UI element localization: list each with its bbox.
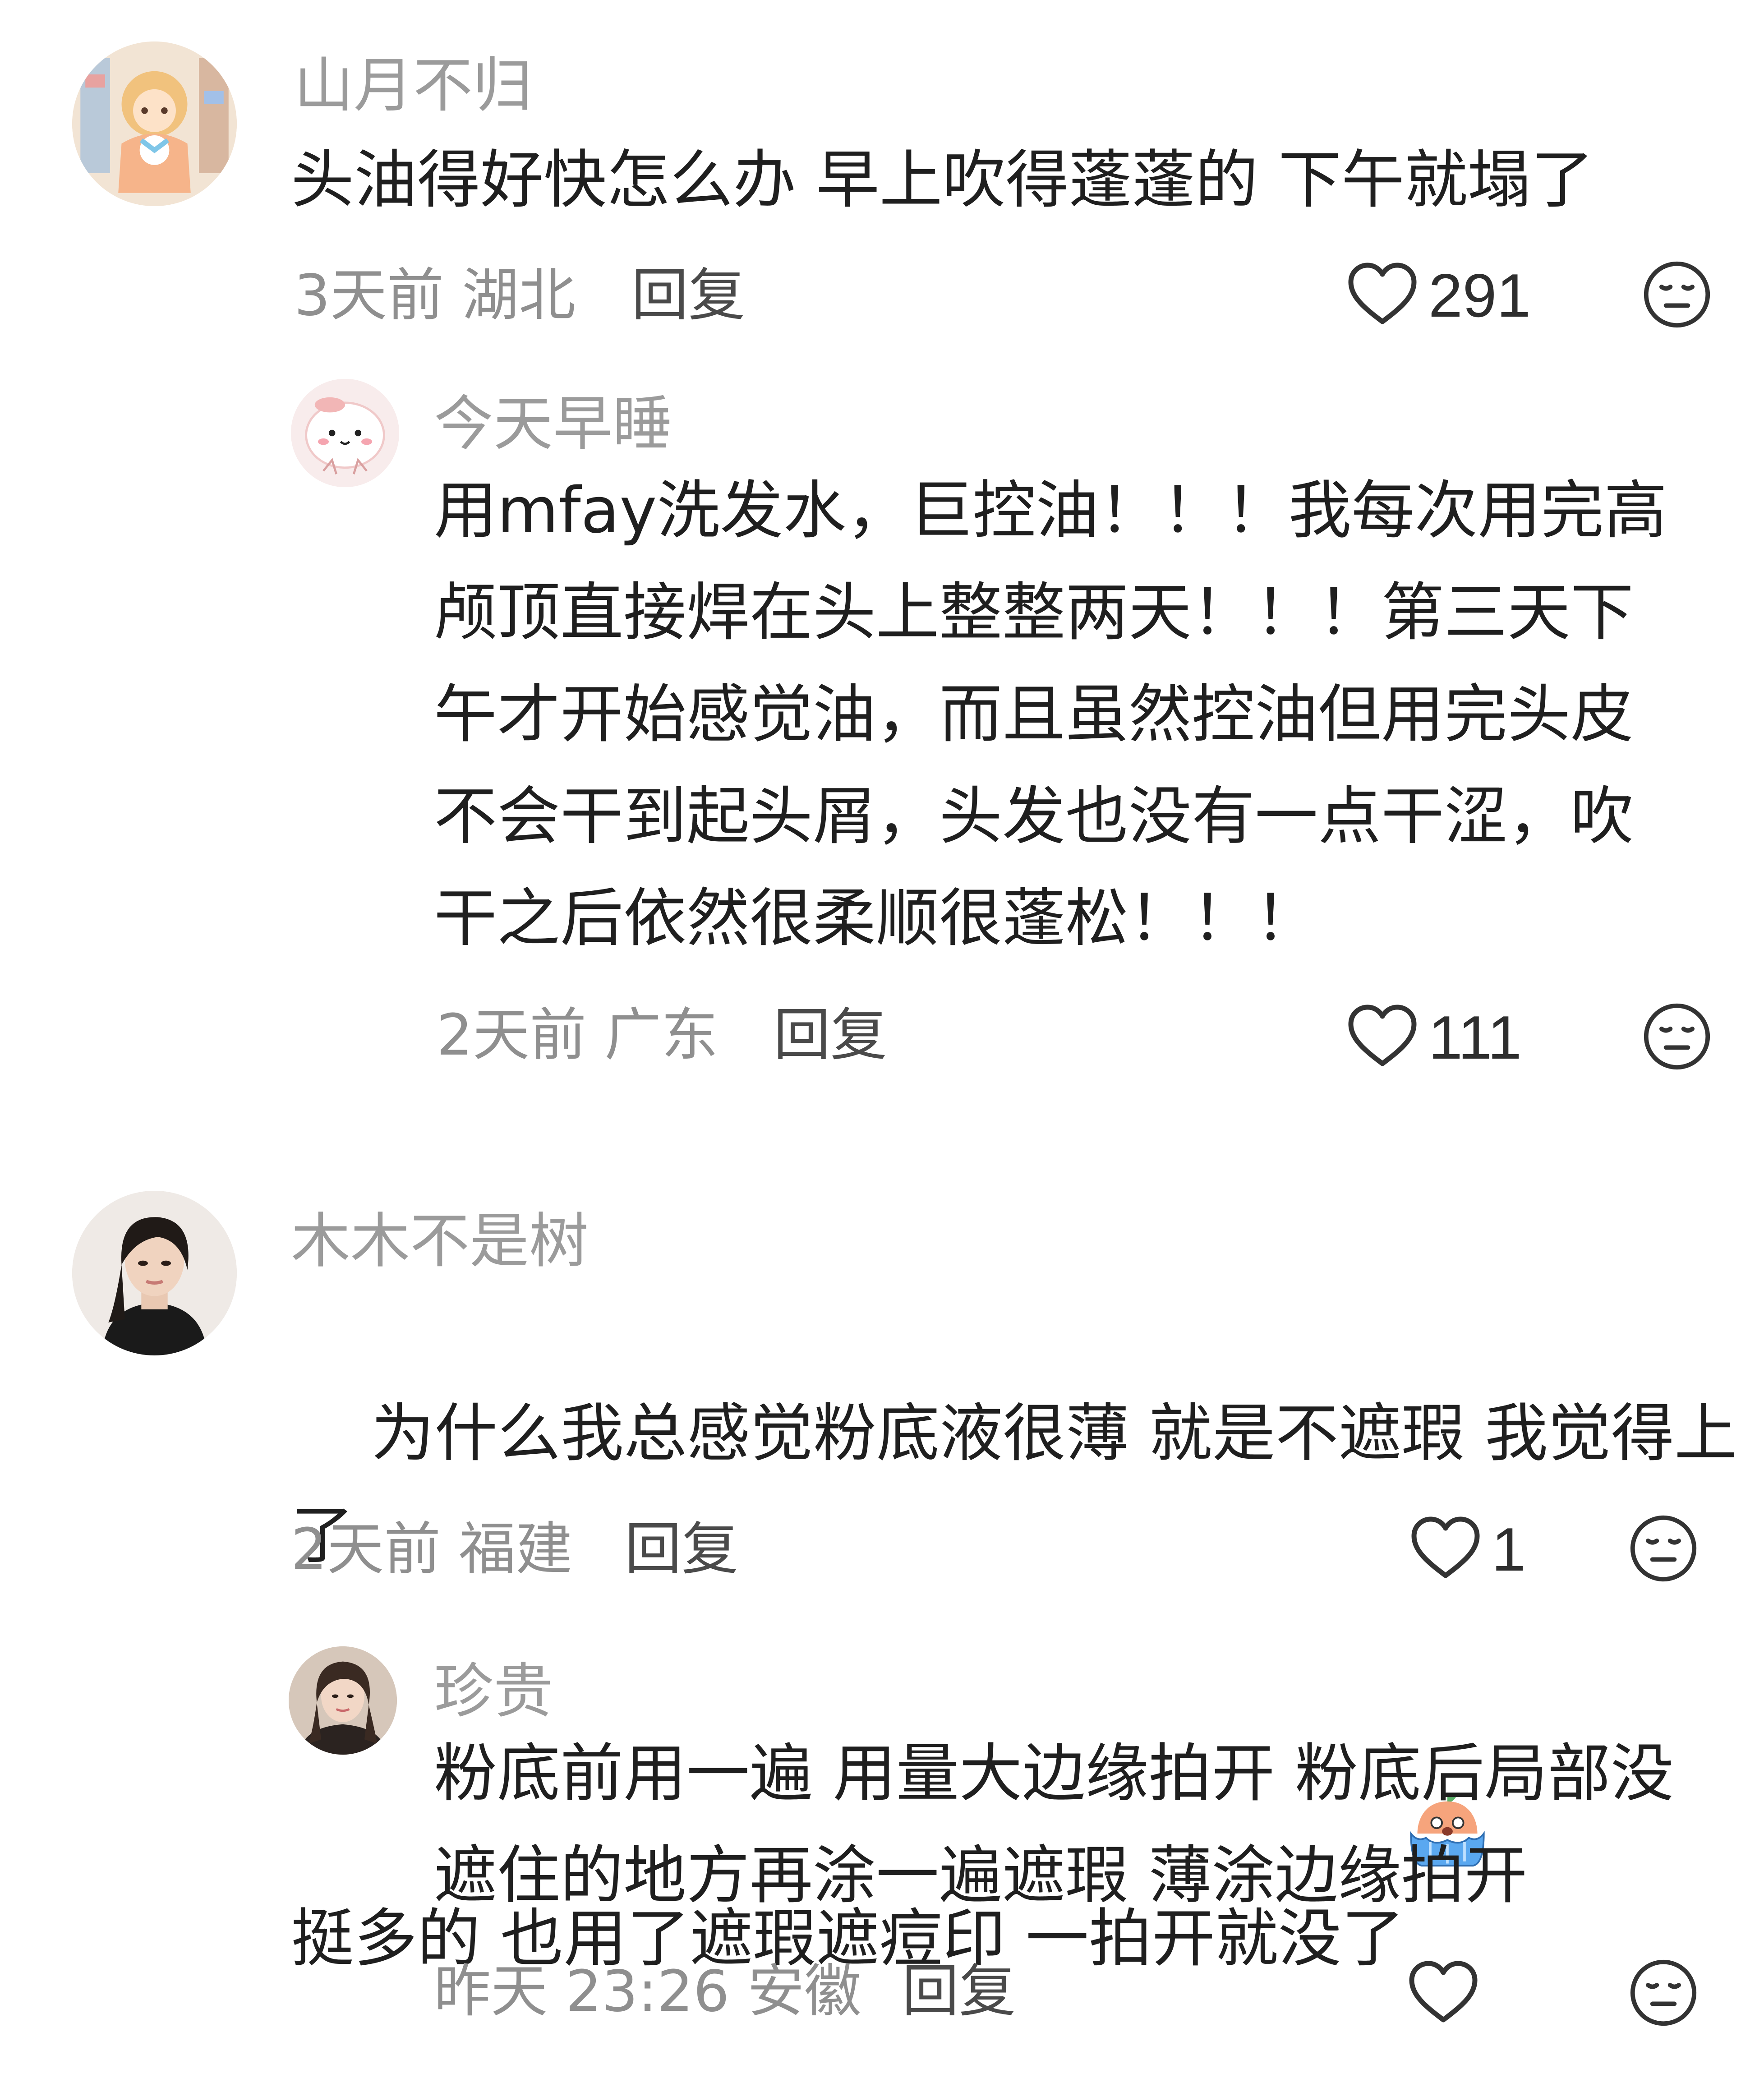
comment-meta: 2天前 福建 [291, 1516, 572, 1583]
heart-outline-icon [1346, 261, 1419, 330]
like-button[interactable]: 1 [1409, 1516, 1526, 1583]
reply-username[interactable]: 珍贵 [434, 1655, 553, 1728]
heart-outline-icon [1346, 1003, 1419, 1072]
reply-text: 用mfay洗发水，巨控油！！！我每次用完高 颅顶直接焊在头上整整两天！！！第三天… [434, 474, 1667, 955]
reply-meta: 2天前 广东 [437, 1001, 718, 1069]
comment-text: 头油得好快怎么办 早上吹得蓬蓬的 下午就塌了 [291, 143, 1594, 217]
reply-item: 今天早睡 用mfay洗发水，巨控油！！！我每次用完高 颅顶直接焊在头上整整两天！… [0, 352, 1764, 1083]
comment-location: 湖北 [462, 262, 576, 328]
avatar[interactable] [289, 1646, 397, 1755]
heart-outline-icon [1407, 1959, 1479, 2028]
comment-username[interactable]: 山月不归 [294, 50, 532, 122]
reply-username[interactable]: 今天早睡 [434, 388, 672, 460]
reply-location: 安徽 [747, 1958, 861, 2024]
reply-time: 2天前 [437, 1002, 587, 1068]
reply-meta: 昨天 23:26 安徽 [434, 1958, 861, 2025]
like-count: 291 [1428, 261, 1531, 330]
avatar[interactable] [291, 379, 399, 487]
like-count: 111 [1428, 1003, 1522, 1072]
like-button[interactable]: 291 [1346, 262, 1531, 329]
reply-location: 广东 [604, 1002, 718, 1068]
avatar[interactable] [72, 41, 237, 206]
meh-face-icon [1642, 261, 1712, 332]
reply-time: 昨天 23:26 [434, 1958, 730, 2024]
reply-button[interactable]: 回复 [902, 1958, 1016, 2025]
comment-time: 3天前 [294, 262, 444, 328]
reply-button[interactable]: 回复 [625, 1516, 738, 1583]
dislike-button[interactable] [1642, 1001, 1712, 1072]
reply-text: 粉底前用一遍 用量大边缘拍开 粉底后局部没 遮住的地方再涂一遍遮瑕 薄涂边缘拍开 [434, 1737, 1674, 1912]
like-button[interactable] [1407, 1960, 1489, 2027]
comment-username[interactable]: 木木不是树 [291, 1205, 589, 1277]
comment-time: 2天前 [291, 1516, 441, 1582]
dislike-button[interactable] [1628, 1513, 1699, 1584]
meh-face-icon [1628, 1959, 1699, 2030]
reply-button[interactable]: 回复 [774, 1001, 887, 1069]
like-button[interactable]: 111 [1346, 1004, 1522, 1071]
reply-button[interactable]: 回复 [631, 262, 745, 329]
reply-item: 珍贵 粉底前用一遍 用量大边缘拍开 粉底后局部没 遮住的地方再涂一遍遮瑕 薄涂边… [0, 1633, 1764, 2065]
meh-face-icon [1628, 1515, 1699, 1585]
comment-item: 木木不是树 为什么我总感觉粉底液很薄 就是不遮瑕 我觉得上了 挺多的 也用了遮瑕… [0, 1173, 1764, 1976]
like-count: 1 [1492, 1515, 1526, 1584]
heart-outline-icon [1409, 1515, 1482, 1584]
dislike-button[interactable] [1628, 1958, 1699, 2028]
comment-item: 山月不归 头油得好快怎么办 早上吹得蓬蓬的 下午就塌了 3天前 湖北 回复 291 [0, 0, 1764, 343]
meh-face-icon [1642, 1003, 1712, 1074]
comment-location: 福建 [459, 1516, 573, 1582]
comment-meta: 3天前 湖北 [294, 262, 576, 329]
avatar[interactable] [72, 1191, 237, 1355]
dislike-button[interactable] [1642, 259, 1712, 330]
